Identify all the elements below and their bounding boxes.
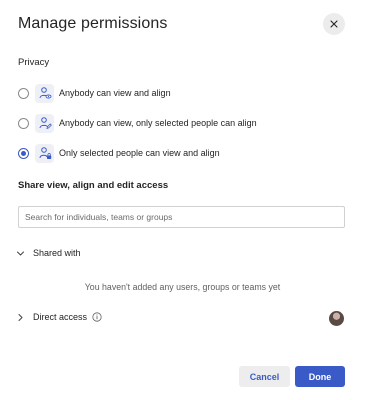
- privacy-label: Privacy: [18, 57, 50, 68]
- privacy-option-label: Anybody can view, only selected people c…: [59, 118, 257, 128]
- avatar[interactable]: [329, 311, 344, 326]
- empty-state-message: You haven't added any users, groups or t…: [84, 282, 281, 292]
- person-lock-icon: [35, 143, 54, 163]
- shared-with-label: Shared with: [33, 248, 81, 258]
- person-edit-icon: [35, 113, 54, 133]
- cancel-button[interactable]: Cancel: [239, 366, 290, 387]
- chevron-down-icon: [17, 251, 24, 255]
- manage-permissions-dialog: Manage permissions Privacy Anybody can v…: [0, 0, 365, 400]
- direct-access-expander[interactable]: Direct access: [16, 312, 102, 322]
- person-view-icon: [35, 83, 54, 103]
- direct-access-label: Direct access: [33, 312, 88, 322]
- close-button[interactable]: [323, 13, 345, 35]
- privacy-option-label: Anybody can view and align: [59, 88, 171, 98]
- shared-with-expander[interactable]: Shared with: [16, 248, 81, 258]
- radio-button[interactable]: [18, 117, 29, 129]
- radio-button-checked[interactable]: [18, 147, 29, 159]
- info-icon[interactable]: [92, 312, 102, 322]
- share-access-label: Share view, align and edit access: [18, 180, 169, 191]
- close-icon: [330, 20, 338, 28]
- done-button[interactable]: Done: [295, 366, 345, 387]
- privacy-option-anybody-view-align[interactable]: Anybody can view and align: [18, 82, 171, 104]
- chevron-right-icon: [18, 313, 23, 321]
- search-input[interactable]: [18, 206, 345, 228]
- dialog-title: Manage permissions: [18, 15, 168, 32]
- privacy-option-label: Only selected people can view and align: [59, 148, 220, 158]
- privacy-option-anybody-view-selected-align[interactable]: Anybody can view, only selected people c…: [18, 112, 257, 134]
- radio-button[interactable]: [18, 87, 29, 99]
- privacy-option-selected-people-only[interactable]: Only selected people can view and align: [18, 142, 220, 164]
